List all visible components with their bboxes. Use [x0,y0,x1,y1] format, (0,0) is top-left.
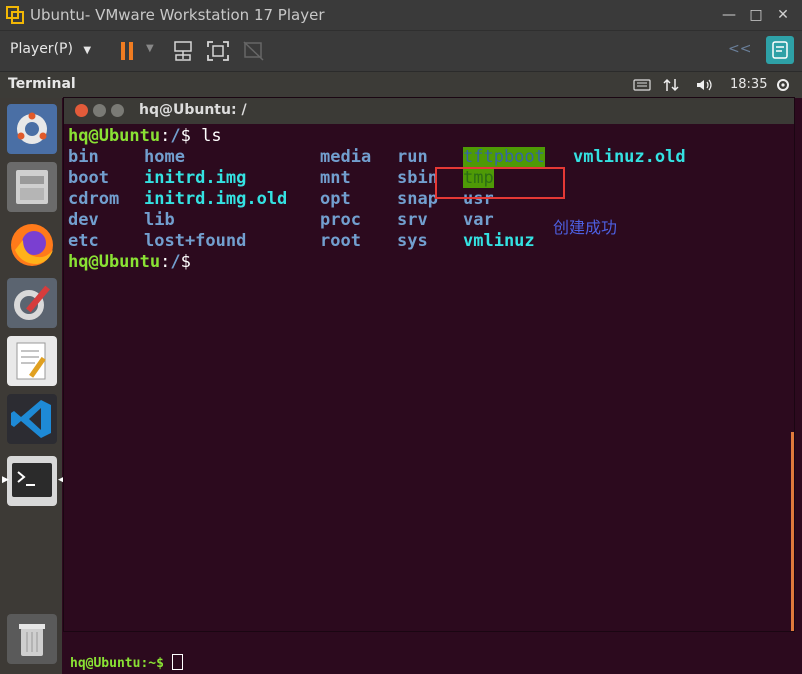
prompt-user: hq@Ubuntu [68,252,161,272]
prompt-sign: $ [180,126,191,146]
window-title: Ubuntu- VMware Workstation 17 Player [30,6,325,24]
symlink-entry: initrd.img.old [144,189,288,209]
dir-entry: cdrom [68,189,120,209]
scrollbar[interactable] [791,432,794,631]
send-ctrl-alt-del-icon[interactable] [170,39,196,63]
dir-entry: boot [68,168,109,188]
dash-home-icon[interactable] [7,104,57,154]
background-prompt-text: hq@Ubuntu:~$ [70,656,164,671]
dir-entry: snap [397,189,438,209]
close-window-button[interactable]: ✕ [772,4,794,26]
text-editor-icon[interactable] [7,336,57,386]
dir-entry: media [320,147,372,167]
files-icon[interactable] [7,162,57,212]
dir-entry: opt [320,189,351,209]
ubuntu-top-panel: Terminal 18:35 [0,72,802,98]
prompt-user: hq@Ubuntu [68,126,161,146]
terminal-icon[interactable] [7,456,57,506]
close-icon[interactable] [75,104,88,117]
dir-entry: root [320,231,361,251]
dir-entry: lost+found [144,231,247,251]
active-app-name: Terminal [8,76,76,92]
dir-entry: home [144,147,185,167]
network-icon[interactable] [663,77,679,93]
dir-entry-tftpboot: tftpboot [463,147,545,167]
highlight-box [435,167,565,199]
dir-entry: bin [68,147,99,167]
clock[interactable]: 18:35 [730,77,767,92]
dir-entry: mnt [320,168,351,188]
prompt-sign: $ [180,252,191,272]
dir-entry: var [463,210,494,230]
maximize-button[interactable]: □ [745,4,767,26]
terminal-window: hq@Ubuntu: / hq@Ubuntu:/$ ls bin home medi… [64,98,794,631]
prompt-separator: : [160,252,171,272]
maximize-icon[interactable] [111,104,124,117]
command-line: hq@Ubuntu:/$ ls [68,126,222,147]
trash-icon[interactable] [7,614,57,664]
ubuntu-launcher: ▶ ◀ [0,98,65,674]
pause-icon[interactable] [114,39,140,63]
dir-entry: srv [397,210,428,230]
dir-entry: sbin [397,168,438,188]
minimize-icon[interactable] [93,104,106,117]
annotation-text: 创建成功 [553,218,618,237]
vscode-icon[interactable] [7,394,57,444]
terminal-cursor [171,654,183,670]
dir-entry: proc [320,210,361,230]
command-text: ls [190,126,222,146]
dir-entry: lib [144,210,175,230]
prompt-separator: : [160,126,171,146]
background-terminal-prompt[interactable]: hq@Ubuntu:~$ [70,654,183,671]
prompt-dir: / [170,252,181,272]
fullscreen-icon[interactable] [205,39,231,63]
unity-mode-icon [243,41,264,61]
symlink-entry: vmlinuz [463,231,535,251]
vmware-toolbar: Player(P) ▼ ▼ << [0,30,802,71]
terminal-title-bar: hq@Ubuntu: / [64,98,794,124]
dir-entry: run [397,147,428,167]
player-menu-label: Player(P) [10,41,73,57]
player-menu[interactable]: Player(P) ▼ [10,41,91,57]
dir-entry: dev [68,210,99,230]
symlink-entry: vmlinuz.old [573,147,686,167]
terminal-title: hq@Ubuntu: / [139,102,247,118]
symlink-entry: initrd.img [144,168,247,188]
terminal-output[interactable]: hq@Ubuntu:/$ ls bin home media run tftpboot v… [64,124,794,631]
dir-entry: sys [397,231,428,251]
minimize-button[interactable]: — [718,4,740,26]
notes-icon[interactable] [766,36,794,64]
system-settings-icon[interactable] [7,278,57,328]
current-prompt: hq@Ubuntu:/$ [68,252,191,273]
dir-entry: etc [68,231,99,251]
firefox-icon[interactable] [7,220,57,270]
keyboard-icon[interactable] [633,78,651,92]
collapse-arrows-icon[interactable]: << [728,41,751,57]
running-indicator-icon: ▶ [2,475,9,485]
volume-icon[interactable] [695,77,715,93]
vmware-title-bar: Ubuntu- VMware Workstation 17 Player — □… [0,0,802,30]
prompt-dir: / [170,126,181,146]
gear-icon[interactable] [775,77,791,93]
vmware-logo-icon [6,6,24,24]
pause-dropdown-icon[interactable]: ▼ [146,43,154,54]
chevron-down-icon: ▼ [83,45,92,56]
